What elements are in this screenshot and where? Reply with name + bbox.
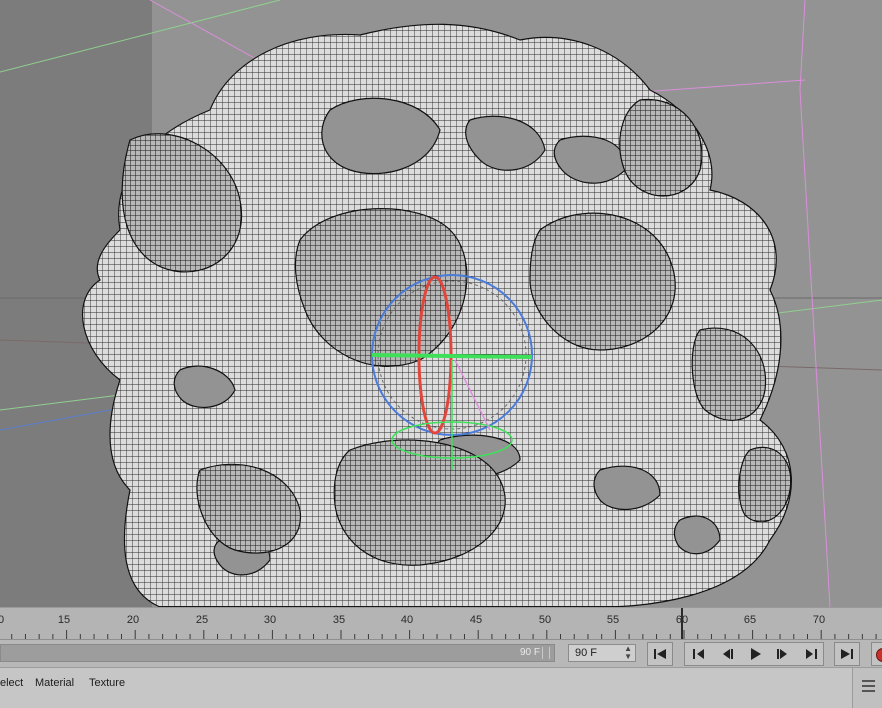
ruler-label: 45 [469,614,483,626]
frame-range-value: 90 F [519,647,540,658]
viewport-3d[interactable] [0,0,882,607]
ruler-label: 50 [538,614,552,626]
menu-select[interactable]: elect [0,677,23,689]
next-frame-button[interactable] [769,643,797,665]
playback-controls [684,642,824,666]
hamburger-icon [862,690,875,692]
hamburger-icon [862,680,875,682]
go-to-start-icon [654,649,666,659]
ruler-label: 55 [606,614,620,626]
go-to-start-button[interactable] [647,642,673,666]
record-button[interactable] [871,642,882,666]
slider-grip-icon[interactable] [542,647,550,659]
ruler-label: 15 [57,614,71,626]
frame-range-slider[interactable]: 90 F [0,644,555,662]
previous-frame-icon [723,649,733,659]
ruler-label: 70 [812,614,826,626]
go-to-end-icon [841,649,853,659]
hamburger-menu-button[interactable] [852,668,882,708]
previous-key-icon [693,649,704,659]
next-frame-icon [777,649,787,659]
play-button[interactable] [741,643,769,665]
play-icon [751,648,761,660]
spinner-arrows-icon[interactable]: ▲ ▼ [624,645,632,661]
next-key-icon [806,649,817,659]
ruler-label: 25 [195,614,209,626]
ruler-label: 65 [743,614,757,626]
gizmo-axis-green [371,353,533,359]
next-key-button[interactable] [797,643,825,665]
viewport-canvas[interactable] [0,0,882,607]
ruler-label: 30 [263,614,277,626]
end-frame-value: 90 F [575,647,598,659]
ruler-label: 20 [126,614,140,626]
previous-key-button[interactable] [685,643,713,665]
ruler-label: 10 [0,614,5,626]
material-manager-menubar: elect Material Texture [0,667,882,708]
timeline-ruler[interactable]: 10 15 20 25 30 35 40 45 50 55 60 65 70 [0,607,882,640]
transport-bar: 90 F 90 F ▲ ▼ [0,639,882,668]
end-frame-field[interactable]: 90 F ▲ ▼ [568,644,636,662]
hamburger-icon [862,685,875,687]
menu-texture[interactable]: Texture [89,677,125,689]
record-icon [876,648,882,662]
ruler-label: 35 [332,614,346,626]
menu-material[interactable]: Material [35,677,74,689]
previous-frame-button[interactable] [713,643,741,665]
ruler-label: 40 [400,614,414,626]
go-to-end-button[interactable] [834,642,860,666]
timeline-playhead[interactable] [681,608,683,640]
